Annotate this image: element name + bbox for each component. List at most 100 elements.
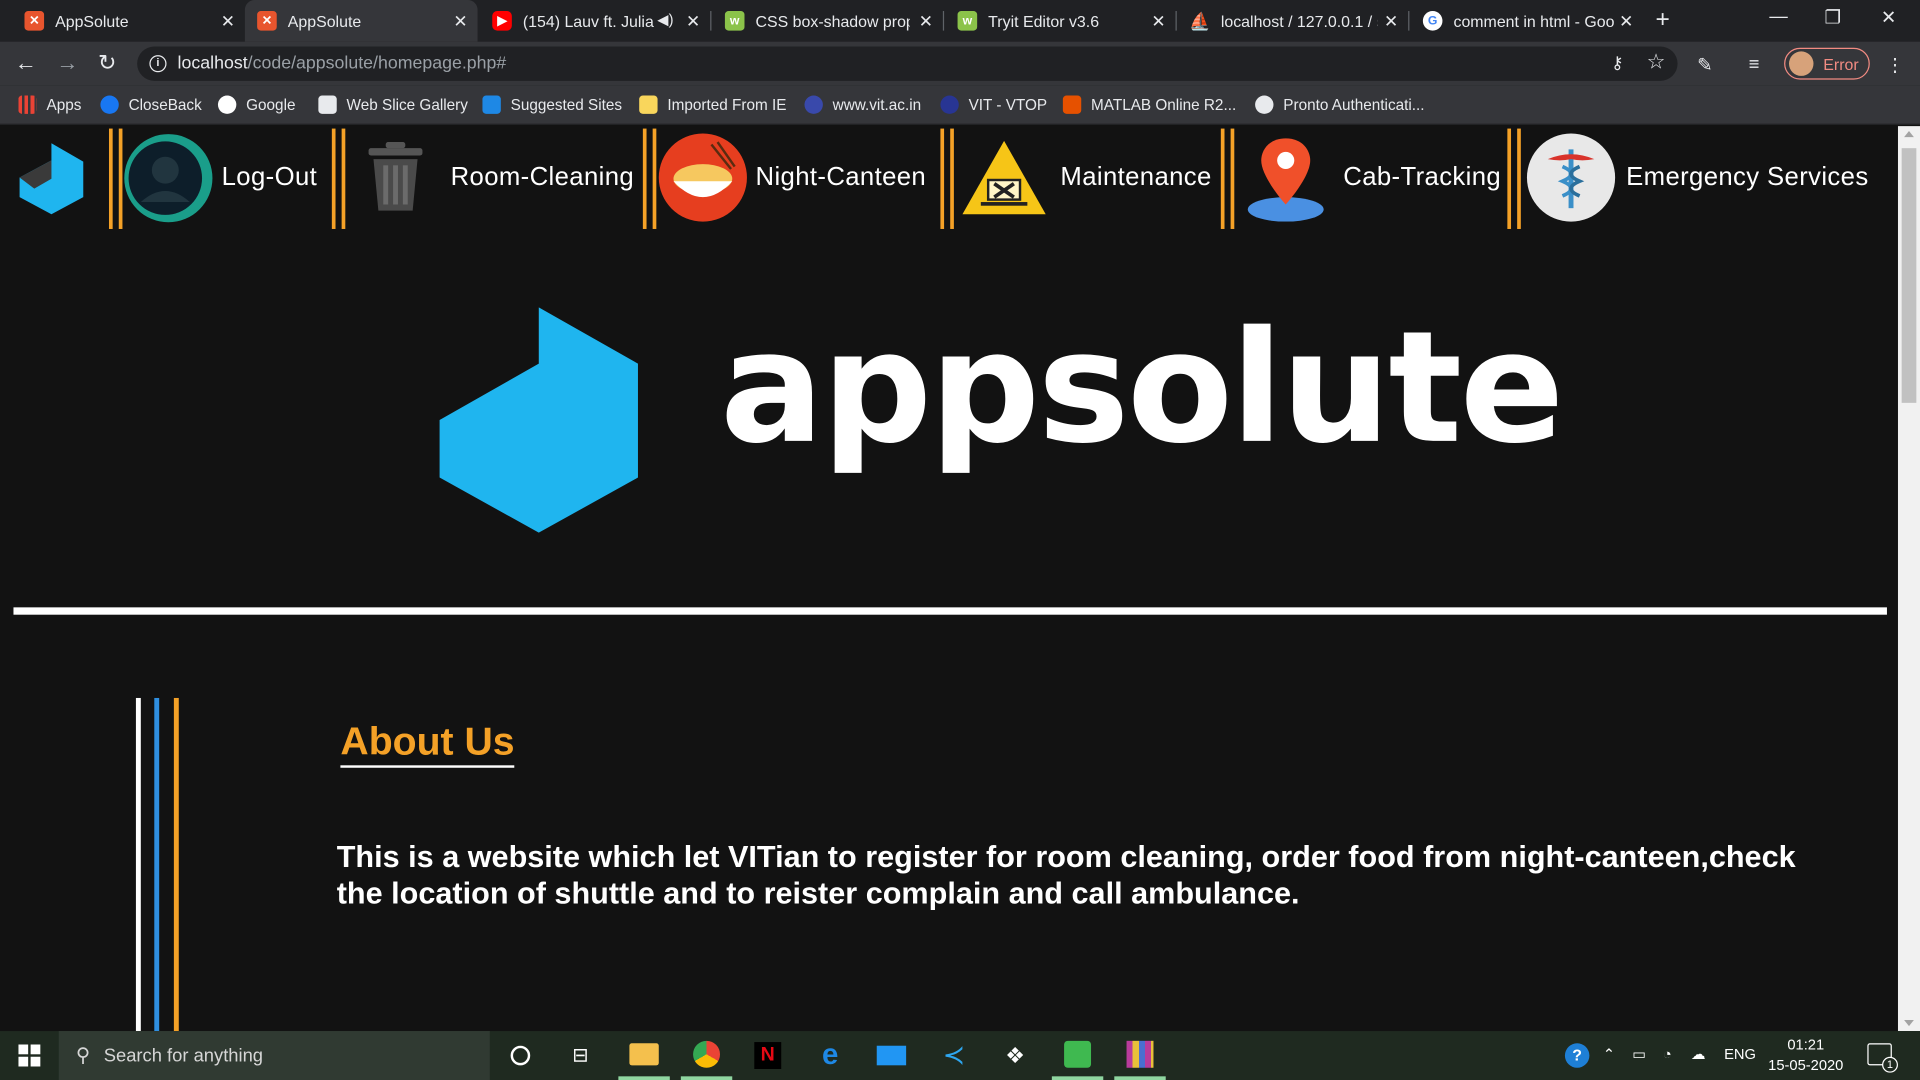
close-tab-icon[interactable]: ✕	[686, 11, 700, 32]
mail-icon[interactable]	[866, 1031, 917, 1080]
winrar-icon[interactable]	[1114, 1031, 1166, 1080]
key-icon[interactable]: ⚷	[1611, 53, 1624, 74]
notification-center-icon[interactable]: 1	[1867, 1043, 1898, 1073]
edge-icon[interactable]: e	[804, 1031, 855, 1080]
help-icon[interactable]: ?	[1564, 1043, 1590, 1068]
tab-separator	[942, 11, 945, 31]
speaker-icon[interactable]: ◀)	[657, 11, 673, 28]
tab-title: comment in html - Goo	[1453, 11, 1615, 31]
nav-logout[interactable]: Log-Out	[124, 126, 317, 229]
scroll-up-arrow-icon[interactable]	[1904, 131, 1914, 138]
file-explorer-icon[interactable]	[618, 1031, 670, 1080]
chrome-icon[interactable]	[680, 1031, 733, 1080]
bookmark-suggested-sites[interactable]: Suggested Sites	[482, 95, 623, 114]
url-text[interactable]: localhost/code/appsolute/homepage.php#	[178, 54, 507, 74]
tab-tryit-editor[interactable]: w Tryit Editor v3.6 ✕	[945, 0, 1175, 42]
bookmark-label: Pronto Authenticati...	[1283, 96, 1425, 114]
close-tab-icon[interactable]: ✕	[453, 11, 467, 32]
forward-icon[interactable]: →	[56, 51, 78, 73]
bookmark-vtop[interactable]: VIT - VTOP	[940, 95, 1047, 114]
bookmark-web-slice-gallery[interactable]: Web Slice Gallery	[318, 95, 468, 114]
bookmark-matlab[interactable]: MATLAB Online R2...	[1062, 95, 1236, 114]
tab-youtube[interactable]: ▶ (154) Lauv ft. Julia ◀) ✕	[480, 0, 710, 42]
close-window-icon[interactable]: ✕	[1881, 6, 1896, 28]
nav-label: Cab-Tracking	[1343, 162, 1502, 192]
scroll-down-arrow-icon[interactable]	[1904, 1020, 1914, 1027]
back-icon[interactable]: ←	[15, 51, 37, 73]
page-viewport: Log-Out Room-Cleaning Night-Canteen Main…	[0, 126, 1898, 1032]
tab-separator	[1175, 11, 1177, 31]
nav-label: Emergency Services	[1626, 162, 1869, 192]
close-tab-icon[interactable]: ✕	[919, 11, 933, 32]
bookmark-label: Apps	[46, 96, 82, 114]
w3schools-icon: w	[957, 11, 978, 31]
tab-phpmyadmin[interactable]: ⛵ localhost / 127.0.0.1 / s ✕	[1178, 0, 1408, 42]
nav-room-cleaning[interactable]: Room-Cleaning	[361, 126, 634, 229]
page-scrollbar[interactable]	[1897, 126, 1920, 1032]
bookmark-google[interactable]: Google	[217, 95, 295, 114]
close-tab-icon[interactable]: ✕	[1619, 11, 1633, 32]
search-placeholder: Search for anything	[103, 1045, 264, 1066]
notification-count-badge: 1	[1882, 1056, 1898, 1073]
wifi-icon[interactable]: ◔	[1663, 1046, 1672, 1063]
user-icon	[124, 133, 213, 222]
vscode-icon[interactable]: ≺	[928, 1031, 979, 1080]
restore-icon[interactable]: ❐	[1825, 6, 1841, 28]
new-tab-button[interactable]: +	[1656, 6, 1670, 34]
appsolute-logo-icon[interactable]	[17, 141, 86, 217]
site-info-icon[interactable]: i	[149, 55, 167, 73]
nav-cab-tracking[interactable]: Cab-Tracking	[1247, 126, 1502, 229]
close-tab-icon[interactable]: ✕	[1151, 11, 1165, 32]
nav-emergency-services[interactable]: Emergency Services	[1526, 126, 1869, 229]
bookmark-star-icon[interactable]: ☆	[1647, 50, 1666, 74]
dropbox-icon[interactable]: ❖	[989, 1031, 1040, 1080]
cloud-download-app-icon[interactable]	[1051, 1031, 1104, 1080]
profile-button[interactable]: Error	[1784, 47, 1870, 80]
bookmark-closeback[interactable]: CloseBack	[100, 95, 202, 114]
bookmark-label: CloseBack	[128, 96, 202, 114]
section-divider	[13, 607, 1887, 615]
bookmark-imported-from-ie[interactable]: Imported From IE	[639, 95, 786, 114]
tab-css-box-shadow[interactable]: w CSS box-shadow prope ✕	[713, 0, 943, 42]
address-bar[interactable]: i localhost/code/appsolute/homepage.php#…	[137, 46, 1678, 81]
about-us-heading: About Us	[340, 719, 515, 768]
language-indicator[interactable]: ENG	[1724, 1046, 1756, 1063]
cortana-icon[interactable]	[495, 1031, 546, 1080]
web-slice-icon	[318, 95, 337, 114]
windows-start-icon[interactable]	[18, 1044, 41, 1067]
bookmark-label: Suggested Sites	[510, 96, 623, 114]
bookmark-vit[interactable]: www.vit.ac.in	[804, 95, 921, 114]
tab-appsolute-1[interactable]: ✕ AppSolute ✕	[12, 0, 245, 42]
nav-night-canteen[interactable]: Night-Canteen	[658, 126, 927, 229]
netflix-icon[interactable]: N	[742, 1031, 793, 1080]
task-view-icon[interactable]: ⊟	[555, 1031, 606, 1080]
clock[interactable]: 01:21 15-05-2020	[1768, 1035, 1843, 1077]
vit-logo-icon	[940, 95, 959, 114]
media-controls-icon[interactable]: ≡	[1749, 54, 1760, 75]
nav-label: Log-Out	[221, 162, 318, 192]
close-tab-icon[interactable]: ✕	[1384, 11, 1398, 32]
close-tab-icon[interactable]: ✕	[221, 11, 235, 32]
clock-time: 01:21	[1787, 1035, 1825, 1054]
nav-maintenance[interactable]: Maintenance	[961, 126, 1211, 229]
tab-google-search[interactable]: G comment in html - Goo ✕	[1411, 0, 1644, 42]
taskbar-search-box[interactable]: ⚲ Search for anything	[58, 1031, 490, 1080]
minimize-icon[interactable]: —	[1769, 6, 1787, 27]
tab-appsolute-2[interactable]: ✕ AppSolute ✕	[244, 0, 478, 42]
show-hidden-icons-chevron-icon[interactable]: ⌃	[1603, 1046, 1615, 1063]
w3schools-icon: w	[724, 11, 745, 31]
extension-icon[interactable]: ✎	[1697, 54, 1712, 76]
reload-icon[interactable]: ↻	[98, 51, 116, 73]
tab-title: AppSolute	[287, 11, 362, 31]
bookmark-apps[interactable]: Apps	[18, 95, 82, 114]
menu-kebab-icon[interactable]: ⋮	[1886, 54, 1904, 76]
about-us-text: This is a website which let VITian to re…	[336, 840, 1796, 912]
decorative-line-orange	[173, 697, 179, 1032]
bookmark-pronto[interactable]: Pronto Authenticati...	[1255, 95, 1425, 114]
battery-icon[interactable]: ▭	[1632, 1046, 1646, 1063]
folder-icon	[639, 95, 658, 114]
matlab-icon	[1062, 95, 1082, 114]
windows-taskbar: ⚲ Search for anything ⊟ N e ≺ ❖ ? ⌃ ▭ ◔ …	[0, 1031, 1920, 1080]
cloud-sync-icon[interactable]: ☁	[1691, 1046, 1706, 1063]
scrollbar-thumb[interactable]	[1901, 148, 1917, 403]
